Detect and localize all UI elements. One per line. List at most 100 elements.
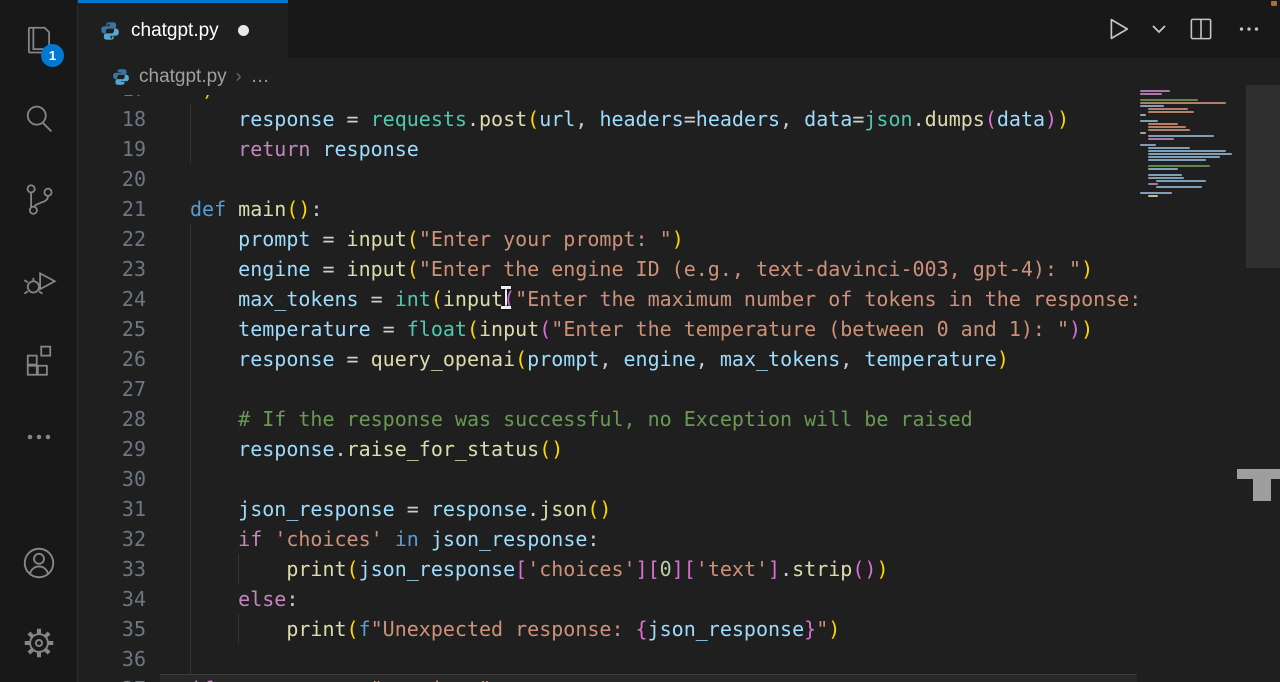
extensions-icon: [21, 341, 57, 377]
line-number[interactable]: 31: [78, 494, 146, 524]
indent-guide: [238, 554, 239, 584]
code-line[interactable]: 27: [78, 374, 1137, 404]
line-number[interactable]: 21: [78, 194, 146, 224]
code-line[interactable]: 22 prompt = input("Enter your prompt: "): [78, 224, 1137, 254]
indent-guide: [190, 494, 191, 524]
minimap-line: [1140, 144, 1156, 146]
code-line[interactable]: 33 print(json_response['choices'][0]['te…: [78, 554, 1137, 584]
minimap-line: [1156, 186, 1202, 188]
minimap-line: [1148, 153, 1232, 155]
code-line[interactable]: 28 # If the response was successful, no …: [78, 404, 1137, 434]
tab-chatgpt-py[interactable]: chatgpt.py: [78, 0, 288, 58]
minimap-line: [1148, 177, 1184, 179]
line-number[interactable]: 17: [78, 95, 146, 104]
code-line[interactable]: 17 ): [78, 95, 1137, 104]
breadcrumb-separator: ›: [236, 66, 242, 87]
line-number[interactable]: 27: [78, 374, 146, 404]
indent-guide: [190, 104, 191, 134]
code-line[interactable]: 34 else:: [78, 584, 1137, 614]
activity-bar-item-explorer[interactable]: 1: [0, 4, 78, 74]
minimap-line: [1140, 105, 1164, 107]
line-number[interactable]: 24: [78, 284, 146, 314]
minimap-line: [1148, 165, 1210, 167]
line-number[interactable]: 22: [78, 224, 146, 254]
indent-guide: [190, 374, 191, 404]
code-line[interactable]: 30: [78, 464, 1137, 494]
minimap-line: [1148, 174, 1182, 176]
indent-guide: [190, 284, 191, 314]
line-number[interactable]: 34: [78, 584, 146, 614]
chevron-down-icon: [1149, 19, 1169, 39]
more-actions-icon: [1234, 14, 1264, 44]
activity-bar-item-search[interactable]: [0, 84, 78, 154]
search-icon: [21, 101, 57, 137]
code-editor[interactable]: 17 )18 response = requests.post(url, hea…: [78, 95, 1137, 682]
split-editor-button[interactable]: [1184, 12, 1218, 46]
minimap-line: [1156, 180, 1206, 182]
code-line[interactable]: 23 engine = input("Enter the engine ID (…: [78, 254, 1137, 284]
code-line[interactable]: 29 response.raise_for_status(): [78, 434, 1137, 464]
line-number[interactable]: 25: [78, 314, 146, 344]
activity-bar-item-extensions[interactable]: [0, 324, 78, 394]
code-line[interactable]: 25 temperature = float(input("Enter the …: [78, 314, 1137, 344]
minimap-line: [1148, 195, 1158, 197]
line-number[interactable]: 20: [78, 164, 146, 194]
line-number[interactable]: 28: [78, 404, 146, 434]
code-line[interactable]: 21def main():: [78, 194, 1137, 224]
activity-bar-item-more[interactable]: [0, 402, 78, 472]
code-line[interactable]: 31 json_response = response.json(): [78, 494, 1137, 524]
more-actions-button[interactable]: [1232, 12, 1266, 46]
minimap-line: [1148, 156, 1220, 158]
indent-guide: [190, 524, 191, 554]
line-number[interactable]: 29: [78, 434, 146, 464]
line-number[interactable]: 36: [78, 644, 146, 674]
line-number[interactable]: 19: [78, 134, 146, 164]
code-line[interactable]: 20: [78, 164, 1137, 194]
indent-guide: [190, 134, 191, 164]
activity-bar-item-settings[interactable]: [0, 608, 78, 678]
explorer-badge: 1: [41, 44, 64, 67]
indent-guide: [190, 584, 191, 614]
breadcrumb-file[interactable]: chatgpt.py: [139, 66, 227, 88]
minimap-line: [1148, 111, 1194, 113]
minimap-line: [1140, 93, 1162, 95]
minimap-line: [1148, 138, 1174, 140]
modified-indicator-dot[interactable]: [238, 25, 249, 36]
code-line[interactable]: 24 max_tokens = int(input("Enter the max…: [78, 284, 1137, 314]
minimap-line: [1140, 99, 1198, 101]
code-line[interactable]: 19 return response: [78, 134, 1137, 164]
run-dropdown-button[interactable]: [1148, 12, 1170, 46]
vertical-scrollbar-thumb[interactable]: [1246, 85, 1280, 268]
line-number[interactable]: 23: [78, 254, 146, 284]
recording-indicator-dot: [1271, 1, 1277, 6]
code-line[interactable]: 36: [78, 644, 1137, 674]
line-number[interactable]: 37: [78, 674, 146, 682]
run-button[interactable]: [1100, 12, 1134, 46]
line-number[interactable]: 33: [78, 554, 146, 584]
code-line[interactable]: 26 response = query_openai(prompt, engin…: [78, 344, 1137, 374]
line-number[interactable]: 30: [78, 464, 146, 494]
code-line[interactable]: 35 print(f"Unexpected response: {json_re…: [78, 614, 1137, 644]
account-icon: [20, 544, 58, 582]
line-number[interactable]: 26: [78, 344, 146, 374]
line-number[interactable]: 32: [78, 524, 146, 554]
indent-guide: [190, 314, 191, 344]
code-line[interactable]: 18 response = requests.post(url, headers…: [78, 104, 1137, 134]
activity-bar-item-run-debug[interactable]: [0, 244, 78, 314]
code-line[interactable]: 37if __name__ == "__main__":: [78, 674, 1137, 682]
ellipsis-icon: [21, 419, 57, 455]
line-number[interactable]: 18: [78, 104, 146, 134]
indent-guide: [238, 614, 239, 644]
code-line[interactable]: 32 if 'choices' in json_response:: [78, 524, 1137, 554]
breadcrumb-symbol-more[interactable]: …: [251, 66, 270, 88]
indent-guide: [190, 344, 191, 374]
line-number[interactable]: 35: [78, 614, 146, 644]
activity-bar-item-account[interactable]: [0, 528, 78, 598]
git-branch-icon: [21, 181, 57, 217]
activity-bar-item-source-control[interactable]: [0, 164, 78, 234]
minimap[interactable]: [1140, 90, 1236, 290]
indent-guide: [190, 614, 191, 644]
minimap-line: [1140, 192, 1172, 194]
minimap-line: [1148, 129, 1190, 131]
indent-guide: [190, 404, 191, 434]
